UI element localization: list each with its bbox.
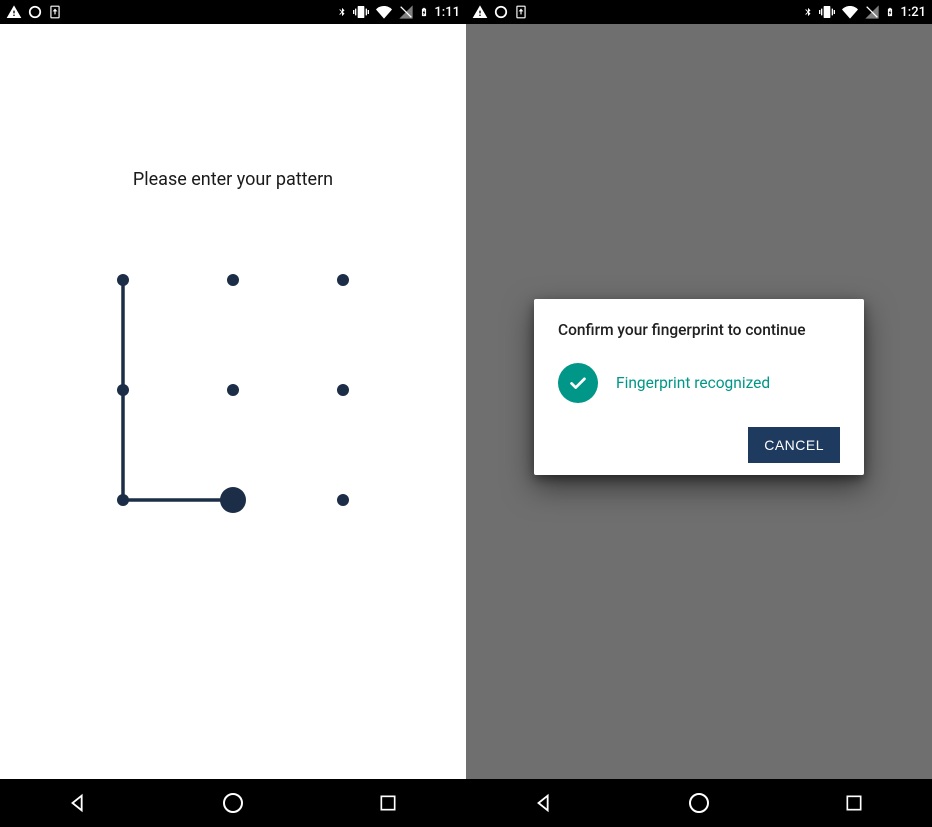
signal-off-icon (864, 4, 880, 20)
circle-icon (494, 5, 508, 19)
home-button[interactable] (663, 779, 735, 827)
cancel-button[interactable]: CANCEL (748, 427, 840, 463)
pattern-dot[interactable] (117, 494, 129, 506)
status-bar: 1:11 (0, 0, 466, 24)
pattern-dot[interactable] (117, 384, 129, 396)
fingerprint-status-row: Fingerprint recognized (558, 363, 840, 403)
update-icon (514, 4, 528, 20)
status-time: 1:11 (434, 5, 460, 20)
back-button[interactable] (508, 779, 580, 827)
update-icon (48, 4, 62, 20)
pattern-dot[interactable] (227, 384, 239, 396)
recent-apps-button[interactable] (818, 779, 890, 827)
warning-icon (6, 4, 22, 20)
pattern-dot[interactable] (337, 494, 349, 506)
bluetooth-icon (803, 4, 813, 20)
pattern-input[interactable] (103, 260, 363, 520)
wifi-icon (375, 4, 393, 20)
status-bar: 1:21 (466, 0, 932, 24)
battery-charging-icon (419, 4, 429, 20)
fingerprint-status-text: Fingerprint recognized (616, 374, 770, 392)
wifi-icon (841, 4, 859, 20)
navigation-bar (0, 779, 466, 827)
phone-fingerprint-screen: 1:21 Confirm your fingerprint to continu… (466, 0, 932, 827)
pattern-dot[interactable] (227, 274, 239, 286)
battery-charging-icon (885, 4, 895, 20)
bluetooth-icon (337, 4, 347, 20)
pattern-dot[interactable] (337, 384, 349, 396)
vibrate-icon (352, 4, 370, 20)
dialog-title: Confirm your fingerprint to continue (558, 321, 840, 339)
home-button[interactable] (197, 779, 269, 827)
warning-icon (472, 4, 488, 20)
recent-apps-button[interactable] (352, 779, 424, 827)
fingerprint-dialog: Confirm your fingerprint to continue Fin… (534, 299, 864, 475)
check-icon (558, 363, 598, 403)
navigation-bar (466, 779, 932, 827)
phone-pattern-screen: 1:11 Please enter your pattern (0, 0, 466, 827)
pattern-dot[interactable] (220, 487, 246, 513)
pattern-prompt: Please enter your pattern (0, 169, 466, 190)
vibrate-icon (818, 4, 836, 20)
pattern-dot[interactable] (117, 274, 129, 286)
back-button[interactable] (42, 779, 114, 827)
pattern-dot[interactable] (337, 274, 349, 286)
signal-off-icon (398, 4, 414, 20)
status-time: 1:21 (900, 5, 926, 20)
circle-icon (28, 5, 42, 19)
